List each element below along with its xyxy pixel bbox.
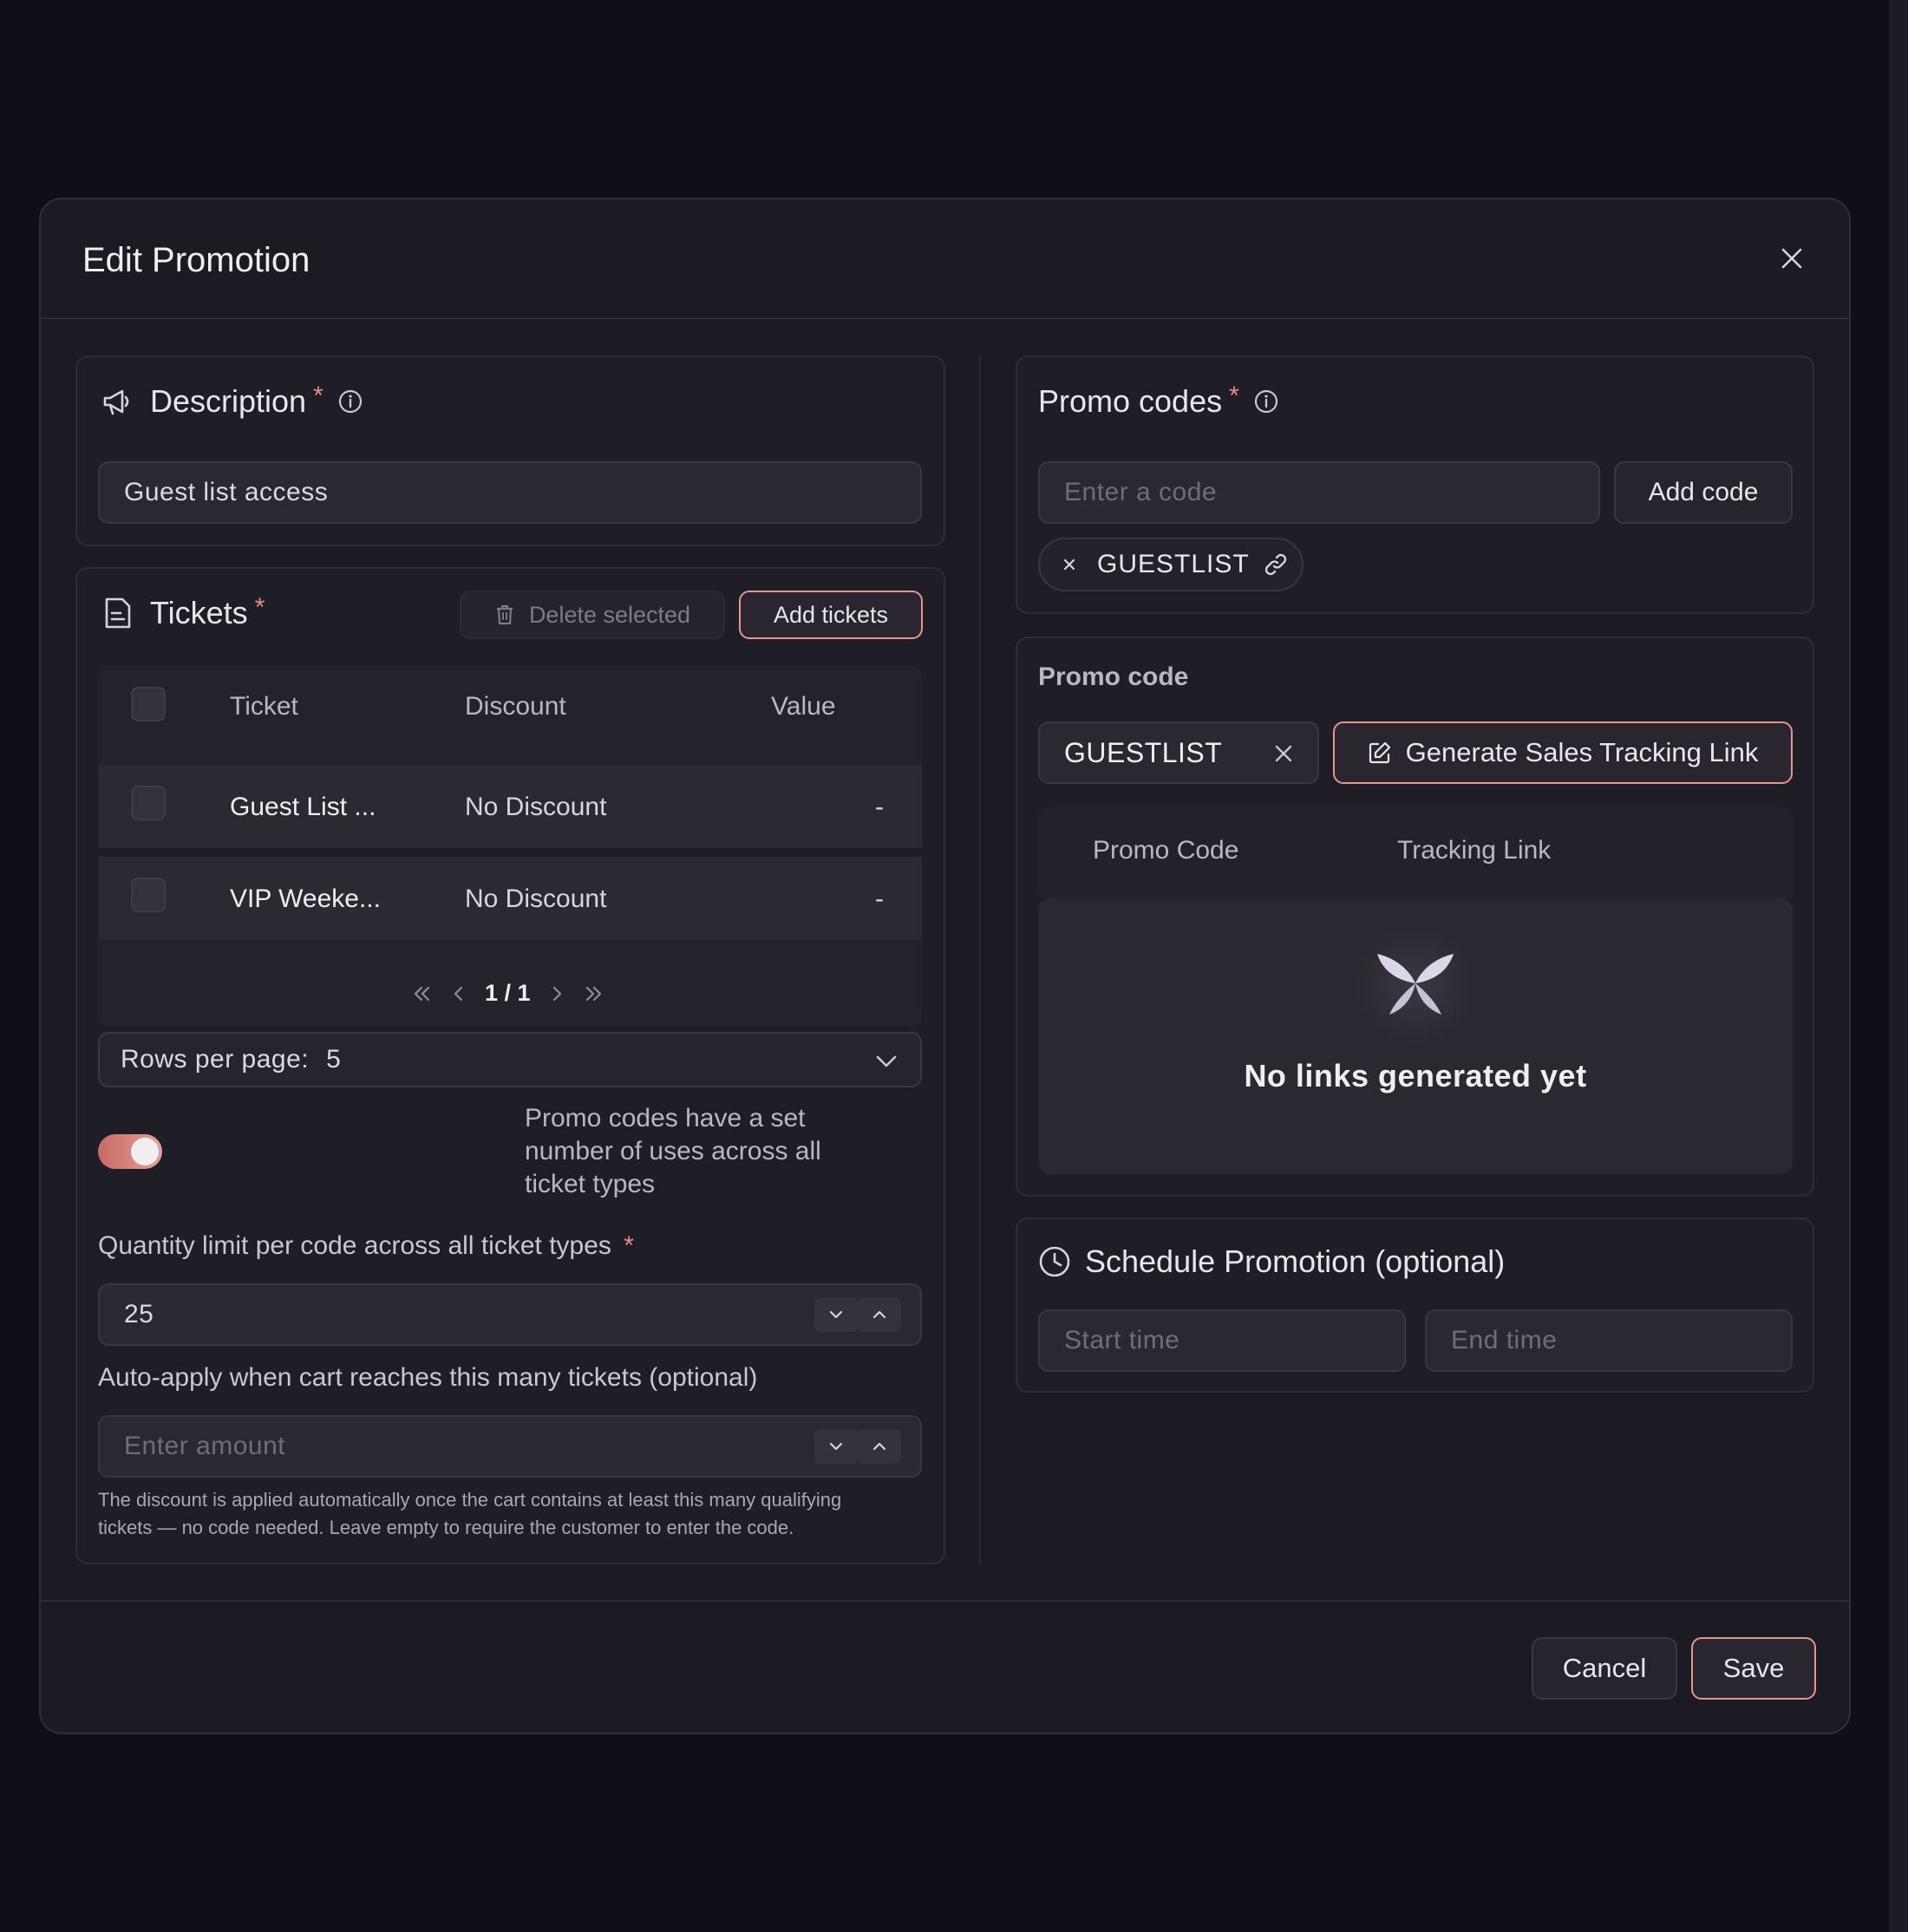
quantity-increment-button[interactable] [858,1297,901,1332]
row-ticket: VIP Weeke... [230,884,381,913]
tracking-table-header: Promo Code Tracking Link [1038,806,1793,898]
chevron-down-icon [829,1310,843,1319]
modal-title: Edit Promotion [82,241,310,279]
add-tickets-button[interactable]: Add tickets [739,591,923,639]
required-mark: * [1229,382,1239,410]
modal-header: Edit Promotion [41,199,1849,319]
close-icon[interactable] [1062,558,1076,571]
column-tracking-link: Tracking Link [1397,836,1552,865]
link-icon[interactable] [1262,551,1290,578]
column-ticket: Ticket [230,692,298,721]
auto-apply-help-line1: The discount is applied automatically on… [98,1489,842,1511]
row-value: - [875,884,884,913]
quantity-limit-value: 25 [124,1300,154,1328]
auto-apply-decrement-button[interactable] [814,1429,858,1464]
save-button[interactable]: Save [1691,1637,1816,1700]
quantity-decrement-button[interactable] [814,1297,858,1332]
description-title: Description [150,383,307,419]
row-discount: No Discount [465,884,607,913]
auto-apply-increment-button[interactable] [858,1429,901,1464]
column-discount: Discount [465,692,566,721]
row-checkbox[interactable] [131,786,166,820]
column-divider [979,356,981,1565]
quantity-limit-label: Quantity limit per code across all ticke… [98,1231,634,1261]
select-all-checkbox[interactable] [131,687,166,721]
description-heading: Description * [100,382,363,420]
table-row[interactable]: VIP Weeke... No Discount - [98,857,922,940]
ticket-document-icon [105,597,131,629]
megaphone-icon [103,389,129,415]
delete-selected-label: Delete selected [528,601,691,628]
edit-promotion-modal: Edit Promotion Description * Guest list … [39,198,1851,1734]
chevrons-right-icon[interactable] [583,985,604,1002]
required-mark: * [624,1231,634,1260]
promo-code-chip-label: GUESTLIST [1097,550,1250,578]
row-value: - [875,793,884,821]
chevron-right-icon[interactable] [550,985,564,1002]
start-time-input[interactable]: Start time [1038,1309,1406,1372]
toggle-description-line3: ticket types [525,1170,656,1198]
promo-code-input[interactable]: Enter a code [1038,461,1600,524]
tickets-heading: Tickets * [100,593,265,631]
chevron-down-icon [829,1442,843,1451]
close-button[interactable] [1776,243,1807,274]
description-input[interactable]: Guest list access [98,461,922,524]
promo-codes-title: Promo codes [1038,383,1223,419]
tickets-table-header: Ticket Discount Value [98,666,922,765]
tickets-title: Tickets [150,595,248,630]
quantity-limit-input[interactable]: 25 [98,1283,922,1346]
info-icon[interactable] [337,388,363,414]
promo-code-chip[interactable]: GUESTLIST [1038,538,1304,591]
table-row[interactable]: Guest List ... No Discount - [98,765,922,848]
column-value: Value [771,692,836,721]
rows-per-page-label: Rows per page: [121,1045,310,1074]
footer-divider [41,1600,1849,1602]
close-icon[interactable] [1274,744,1293,763]
toggle-description-line2: number of uses across all [525,1137,821,1165]
end-time-input[interactable]: End time [1425,1309,1793,1372]
info-icon[interactable] [1253,388,1279,414]
selected-promo-code-value: GUESTLIST [1064,736,1223,768]
uses-toggle[interactable] [98,1134,162,1169]
auto-apply-label: Auto-apply when cart reaches this many t… [98,1363,758,1392]
row-checkbox[interactable] [131,878,166,912]
required-mark: * [254,593,265,622]
pagination: 1 / 1 [412,980,604,1007]
edit-icon [1369,741,1390,764]
schedule-title: Schedule Promotion (optional) [1085,1243,1506,1279]
clock-icon [1039,1246,1070,1277]
quantity-limit-text: Quantity limit per code across all ticke… [98,1231,611,1260]
butterfly-logo-icon [1377,954,1454,1015]
rows-per-page-select[interactable]: Rows per page: 5 [98,1032,922,1087]
empty-state-text: No links generated yet [1244,1058,1587,1093]
generate-tracking-link-label: Generate Sales Tracking Link [1405,737,1759,767]
close-icon [1781,248,1802,269]
rows-per-page-value: 5 [326,1045,342,1074]
schedule-heading: Schedule Promotion (optional) [1038,1243,1505,1280]
chevron-left-icon[interactable] [452,985,466,1002]
chevron-up-icon [872,1310,886,1319]
delete-selected-button[interactable]: Delete selected [460,591,725,639]
auto-apply-input[interactable]: Enter amount [98,1415,922,1478]
chevron-up-icon [872,1442,886,1451]
promo-codes-heading: Promo codes * [1038,382,1279,420]
selected-promo-code[interactable]: GUESTLIST [1038,721,1319,784]
column-promo-code: Promo Code [1093,836,1239,865]
promo-code-panel-title: Promo code [1038,662,1189,691]
generate-tracking-link-button[interactable]: Generate Sales Tracking Link [1333,721,1793,784]
required-mark: * [313,382,323,410]
page-indicator: 1 / 1 [485,980,531,1006]
row-discount: No Discount [465,793,607,821]
toggle-knob [131,1138,159,1165]
trash-icon [496,604,513,625]
toggle-description-line1: Promo codes have a set [525,1104,806,1132]
chevrons-left-icon[interactable] [412,985,433,1002]
tracking-links-empty-state: No links generated yet [1038,898,1793,1174]
cancel-button[interactable]: Cancel [1532,1637,1677,1700]
row-ticket: Guest List ... [230,793,376,821]
chevron-down-icon [876,1055,897,1067]
scrollbar-track[interactable] [1889,0,1908,1932]
add-code-button[interactable]: Add code [1614,461,1793,524]
auto-apply-help-line2: tickets — no code needed. Leave empty to… [98,1517,794,1538]
